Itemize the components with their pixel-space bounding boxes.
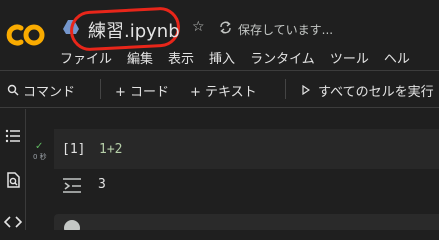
run-all-icon (302, 85, 310, 95)
output-actions-icon[interactable] (62, 177, 82, 193)
search-icon (7, 84, 19, 96)
run-time: 0 秒 (33, 153, 47, 161)
toolbar-divider (285, 79, 286, 99)
cell-output: 3 (98, 177, 106, 192)
save-status: 保存しています... (238, 23, 334, 37)
code-editor[interactable]: 1+2 (99, 142, 122, 157)
left-rail (0, 109, 26, 230)
colab-logo-icon[interactable] (6, 22, 46, 48)
command-palette-button[interactable]: コマンド (23, 81, 75, 100)
menu-insert[interactable]: 挿入 (209, 48, 235, 67)
header: 練習.ipynb ☆ 保存しています... ファイル 編集 表示 挿入 ランタイ… (0, 0, 439, 70)
toolbar-divider (100, 79, 101, 99)
menu-tools[interactable]: ツール (330, 48, 369, 67)
toolbar: コマンド + コード + テキスト すべてのセルを実行 (0, 70, 439, 108)
saving-sync-icon (220, 21, 231, 34)
execution-count[interactable]: [1] (62, 142, 85, 157)
run-status-check-icon: ✓ (35, 141, 44, 152)
notebook-title[interactable]: 練習.ipynb (88, 17, 180, 43)
add-code-button[interactable]: + コード (115, 81, 169, 100)
table-of-contents-icon[interactable] (4, 127, 22, 145)
add-text-button[interactable]: + テキスト (190, 81, 257, 100)
find-icon[interactable] (4, 171, 22, 189)
menubar: ファイル 編集 表示 挿入 ランタイム ツール ヘル (60, 48, 410, 67)
run-cell-button[interactable] (64, 220, 80, 230)
code-snippets-icon[interactable] (4, 213, 22, 230)
menu-help[interactable]: ヘル (384, 48, 410, 67)
star-icon[interactable]: ☆ (192, 19, 205, 35)
menu-file[interactable]: ファイル (60, 48, 112, 67)
run-all-button[interactable]: すべてのセルを実行 (318, 81, 434, 100)
menu-edit[interactable]: 編集 (127, 48, 153, 67)
menu-runtime[interactable]: ランタイム (250, 48, 315, 67)
colab-window: 練習.ipynb ☆ 保存しています... ファイル 編集 表示 挿入 ランタイ… (0, 0, 439, 230)
next-cell[interactable] (54, 214, 439, 230)
menu-view[interactable]: 表示 (168, 48, 194, 67)
